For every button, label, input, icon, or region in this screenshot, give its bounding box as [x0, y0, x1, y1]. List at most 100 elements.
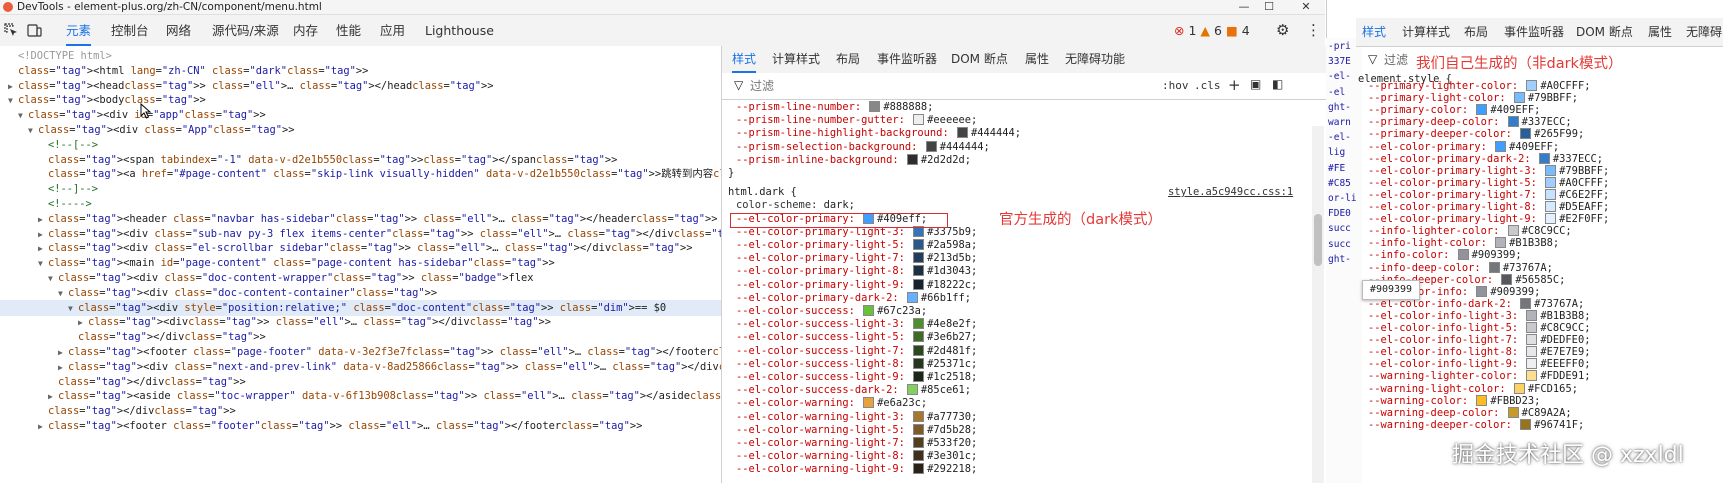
color-swatch[interactable] — [869, 101, 881, 112]
new-rule-icon[interactable]: + — [1228, 76, 1241, 94]
right-filter-label[interactable]: 过滤 — [1384, 51, 1408, 68]
dom-node-line[interactable]: ▼ class="tag"><div class="doc-content-wra… — [0, 270, 721, 286]
css-declaration[interactable]: --el-color-success-light-8: #25371c; — [722, 357, 1326, 371]
color-swatch[interactable] — [1476, 104, 1488, 116]
styles-filter-input[interactable] — [748, 76, 1012, 96]
color-swatch[interactable] — [1495, 140, 1507, 152]
css-declaration[interactable]: --el-color-primary-dark-2: #66b1ff; — [722, 291, 1326, 305]
color-swatch[interactable] — [906, 153, 918, 165]
css-declaration[interactable]: --el-color-success: #67c23a; — [722, 305, 1326, 318]
css-declaration[interactable]: --el-color-warning-light-9: #292218; — [722, 463, 1326, 476]
tab-sources[interactable]: 源代码/来源 — [212, 15, 279, 46]
color-swatch[interactable] — [913, 437, 925, 448]
right-tab-computed[interactable]: 计算样式 — [1402, 18, 1450, 46]
dom-node-line[interactable]: class="tag"><a href="#page-content" clas… — [0, 166, 721, 182]
dom-node-line[interactable]: <!DOCTYPE html> — [0, 48, 721, 64]
color-swatch[interactable] — [913, 265, 925, 277]
color-swatch[interactable] — [1526, 346, 1538, 358]
color-swatch[interactable] — [1545, 213, 1557, 225]
dom-node-line[interactable]: ▼ class="tag"><div class="doc-content-con… — [0, 285, 721, 301]
right-tab-accessibility[interactable]: 无障碍 — [1686, 18, 1722, 46]
color-swatch[interactable] — [913, 114, 925, 126]
css-declaration[interactable]: --el-color-primary-light-5: #2a598a; — [722, 239, 1326, 252]
color-swatch[interactable] — [913, 410, 925, 422]
color-swatch[interactable] — [913, 318, 925, 330]
css-declaration[interactable]: --el-color-warning: #e6a23c; — [722, 397, 1326, 410]
inspect-element-icon[interactable] — [3, 22, 19, 38]
css-declaration[interactable]: --prism-selection-background: #444444; — [722, 140, 1326, 154]
color-swatch[interactable] — [1513, 382, 1525, 394]
kebab-icon[interactable]: ⋮ — [1306, 15, 1321, 46]
gear-icon[interactable]: ⚙ — [1276, 15, 1289, 46]
color-swatch[interactable] — [913, 331, 925, 343]
dom-node-line[interactable]: ▼class="tag"><div id="app"class="tag">> — [0, 107, 721, 123]
color-swatch[interactable] — [1457, 249, 1469, 261]
tab-elements[interactable]: 元素 — [66, 15, 92, 46]
css-declaration[interactable]: --el-color-success-light-7: #2d481f; — [722, 344, 1326, 358]
cls-toggle[interactable]: .cls — [1194, 79, 1221, 92]
dom-node-line[interactable]: class="tag"><span tabindex="-1" data-v-d… — [0, 152, 721, 168]
color-swatch[interactable] — [1513, 92, 1525, 104]
color-swatch[interactable] — [925, 140, 937, 152]
css-declaration[interactable]: --el-color-primary-light-8: #1d3043; — [722, 265, 1326, 278]
css-declaration[interactable]: --el-color-primary-light-9: #18222c; — [722, 278, 1326, 292]
color-swatch[interactable] — [913, 344, 925, 356]
device-toggle-icon[interactable] — [26, 22, 42, 38]
css-declaration[interactable]: --el-color-success-dark-2: #85ce61; — [722, 384, 1326, 397]
subtab-layout[interactable]: 布局 — [836, 46, 860, 73]
color-swatch[interactable] — [1538, 152, 1550, 164]
paint-brush-icon[interactable]: ▣ — [1250, 77, 1261, 91]
color-swatch[interactable] — [1476, 394, 1488, 406]
subtab-event-listeners[interactable]: 事件监听器 — [877, 46, 937, 73]
right-tab-layout[interactable]: 布局 — [1464, 18, 1488, 46]
css-declaration[interactable]: --el-color-success-light-3: #4e8e2f; — [722, 318, 1326, 331]
color-swatch[interactable] — [1520, 128, 1532, 140]
subtab-accessibility[interactable]: 无障碍功能 — [1065, 46, 1125, 73]
dom-node-line[interactable]: <!----> — [0, 196, 721, 212]
color-swatch[interactable] — [1526, 322, 1538, 333]
css-declaration[interactable]: --el-color-primary-light-7: #213d5b; — [722, 252, 1326, 265]
color-swatch[interactable] — [913, 423, 925, 435]
color-swatch[interactable] — [1526, 358, 1538, 370]
color-swatch[interactable] — [913, 357, 925, 369]
css-declaration[interactable]: --prism-line-number-gutter: #eeeeee; — [722, 114, 1326, 127]
dom-node-line[interactable]: ▶ class="tag"><div class="sub-nav py-3 fl… — [0, 226, 721, 242]
dom-node-line[interactable]: <!--]--> — [0, 181, 721, 197]
color-swatch[interactable] — [863, 305, 875, 316]
tab-lighthouse[interactable]: Lighthouse — [425, 15, 494, 46]
color-swatch[interactable] — [1507, 406, 1519, 418]
color-swatch[interactable] — [1545, 201, 1557, 212]
subtab-styles[interactable]: 样式 — [732, 46, 757, 73]
styles-scrollbar[interactable] — [1312, 126, 1324, 483]
dom-node-line[interactable]: ▼ class="tag"><div class="App"class="tag"… — [0, 122, 721, 138]
dom-node-line[interactable]: <!--[--> — [0, 137, 721, 153]
dom-node-line[interactable]: ▼ class="tag"><bodyclass="tag">> — [0, 92, 721, 108]
css-declaration[interactable]: --el-color-success-light-5: #3e6b27; — [722, 331, 1326, 344]
color-swatch[interactable] — [1501, 273, 1513, 285]
tab-application[interactable]: 应用 — [380, 15, 405, 46]
color-swatch[interactable] — [1545, 164, 1557, 176]
maximize-button[interactable]: ☐ — [1258, 0, 1280, 14]
tab-network[interactable]: 网络 — [166, 15, 191, 46]
dom-node-line[interactable]: ▼ class="tag"><main id="page-content" cla… — [0, 255, 721, 271]
color-swatch[interactable] — [956, 127, 968, 139]
sidebar-toggle-icon[interactable]: ◧ — [1272, 77, 1283, 91]
css-declaration[interactable]: --prism-line-highlight-background: #4444… — [722, 127, 1326, 140]
subtab-computed[interactable]: 计算样式 — [772, 46, 820, 73]
color-swatch[interactable] — [913, 371, 925, 382]
tab-memory[interactable]: 内存 — [293, 15, 318, 46]
hov-toggle[interactable]: :hov — [1162, 79, 1189, 92]
subtab-properties[interactable]: 属性 — [1025, 46, 1049, 73]
css-declaration[interactable]: --el-color-success-light-9: #1c2518; — [722, 371, 1326, 384]
dom-node-line[interactable]: ▶ class="tag"><div class="el-scrollbar si… — [0, 240, 721, 256]
dom-node-line[interactable]: ▶ class="tag"><footer class="page-footer"… — [0, 344, 721, 360]
color-swatch[interactable] — [913, 278, 925, 290]
dom-node-line[interactable]: ▼ class="tag"><div style="position:relati… — [0, 299, 721, 316]
color-swatch[interactable] — [913, 252, 925, 264]
color-swatch[interactable] — [1545, 176, 1557, 188]
color-swatch[interactable] — [1520, 418, 1532, 430]
color-swatch[interactable] — [1476, 285, 1488, 297]
color-swatch[interactable] — [906, 384, 918, 396]
dom-node-line[interactable]: ▶ class="tag"><header class="navbar has-s… — [0, 211, 721, 227]
color-swatch[interactable] — [1526, 80, 1538, 91]
